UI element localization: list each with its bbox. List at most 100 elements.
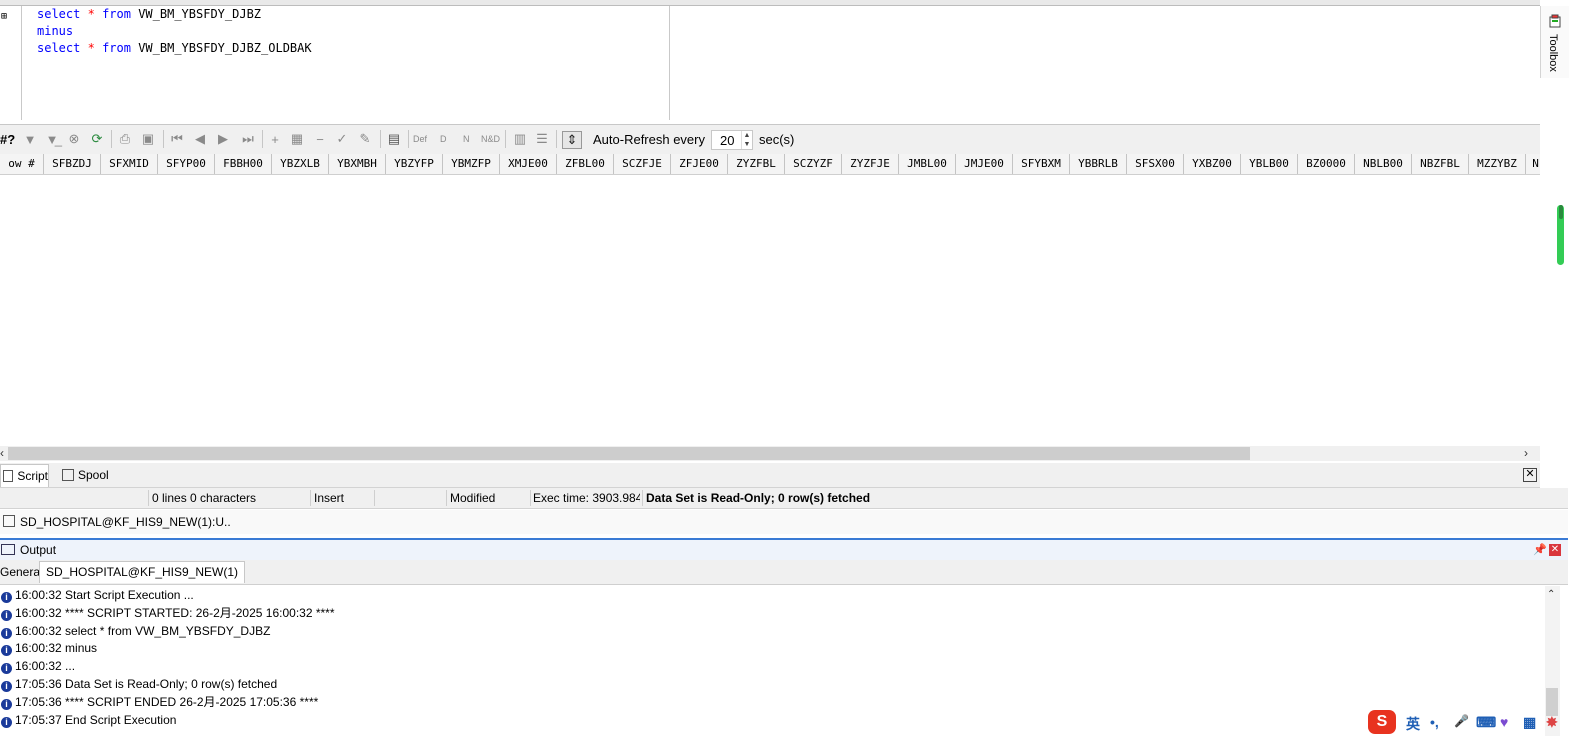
cancel-icon[interactable]: ⊗ — [66, 131, 82, 147]
column-header[interactable]: ZFJE00 — [671, 154, 728, 174]
column-header[interactable]: YBZYFP — [386, 154, 443, 174]
column-header[interactable]: YBBRLB — [1070, 154, 1127, 174]
ime-punctuation[interactable]: •, — [1430, 714, 1439, 730]
row-number-header[interactable]: ow # — [0, 154, 44, 174]
result-grid[interactable] — [0, 175, 1540, 445]
connection-bar[interactable]: SD_HOSPITAL@KF_HIS9_NEW(1):U.. — [0, 510, 1568, 534]
ime-tray: S 英 •, 🎤 ⌨ ♥ ▦ ✸ — [1368, 708, 1568, 736]
tab-spool[interactable]: Spool — [60, 464, 120, 486]
grid-view-icon[interactable]: ▤ — [386, 131, 402, 147]
column-header[interactable]: NBLB00 — [1355, 154, 1412, 174]
tab-script[interactable]: Script — [0, 464, 49, 487]
next-record-icon[interactable]: ▶ — [215, 131, 231, 147]
last-record-icon[interactable]: ⏭ — [240, 131, 256, 147]
post-edit-icon[interactable]: ✓ — [334, 131, 350, 147]
output-log[interactable]: i 16:00:32 Start Script Execution ... i 16:… — [0, 586, 1545, 742]
ime-logo-icon[interactable]: S — [1368, 710, 1396, 734]
column-header[interactable]: SFYBXM — [1013, 154, 1070, 174]
prev-record-icon[interactable]: ◀ — [192, 131, 208, 147]
close-icon[interactable]: ✕ — [1523, 468, 1537, 482]
spinner-arrows-icon[interactable]: ▲ ▼ — [741, 131, 752, 149]
toolbox-label[interactable]: Toolbox — [1547, 34, 1559, 72]
scroll-left-icon[interactable]: ‹ — [0, 446, 4, 460]
script-icon — [3, 470, 14, 482]
insert-row-icon[interactable]: ▦ — [289, 131, 305, 147]
n-and-d-icon[interactable]: N&D — [481, 131, 500, 147]
editor-divider[interactable] — [669, 6, 670, 120]
column-header[interactable]: JMBL00 — [899, 154, 956, 174]
query-prompt-button[interactable]: #? — [0, 131, 15, 147]
first-record-icon[interactable]: ⏮ — [169, 131, 185, 147]
column-header[interactable]: SFXMID — [101, 154, 158, 174]
filter-icon[interactable]: ▼ — [22, 131, 38, 147]
status-separator — [148, 490, 149, 506]
scroll-right-icon[interactable]: › — [1524, 446, 1528, 460]
log-time: 16:00:32 — [15, 605, 66, 620]
columns-icon[interactable]: ▥ — [512, 131, 528, 147]
add-row-icon[interactable]: + — [267, 131, 283, 147]
log-line: i 17:05:36 Data Set is Read-Only; 0 row(s… — [0, 675, 277, 693]
column-header[interactable]: BZ0000 — [1298, 154, 1355, 174]
grid-header: ow # SFBZDJ SFXMID SFYP00 FBBH00 YBZXLB YBXMBH… — [0, 154, 1540, 175]
column-header[interactable]: SCZFJE — [614, 154, 671, 174]
filter-clear-icon[interactable]: ▼̲ — [44, 131, 60, 147]
status-lines-chars: 0 lines 0 characters — [152, 491, 257, 505]
column-header[interactable]: XMJE00 — [500, 154, 557, 174]
default-icon[interactable]: Def — [413, 131, 427, 147]
apps-icon[interactable]: ▦ — [1523, 714, 1536, 731]
print-icon[interactable]: ⎙ — [117, 131, 133, 147]
keyboard-icon[interactable]: ⌨ — [1476, 714, 1496, 731]
tab-connection[interactable]: SD_HOSPITAL@KF_HIS9_NEW(1) — [39, 561, 246, 583]
column-header[interactable]: ZYZFBL — [728, 154, 785, 174]
auto-refresh-toggle-icon[interactable]: ⇕ — [562, 131, 582, 149]
column-header[interactable]: ZYZFJE — [842, 154, 899, 174]
d-icon[interactable]: D — [440, 131, 447, 147]
editor-code[interactable]: select * from VW_BM_YBSFDY_DJBZ minus se… — [37, 6, 312, 57]
sql-editor[interactable]: ⊞ select * from VW_BM_YBSFDY_DJBZ minus … — [0, 6, 1540, 120]
expand-icon[interactable]: ⊞ — [1, 11, 7, 22]
status-modified: Modified — [450, 491, 496, 505]
refresh-icon[interactable]: ⟳ — [89, 131, 105, 147]
column-header[interactable]: YBMZFP — [443, 154, 500, 174]
close-icon[interactable]: ✕ — [1549, 544, 1561, 556]
toolbox-panel[interactable]: Toolbox — [1540, 6, 1569, 78]
code-line-1: select * from VW_BM_YBSFDY_DJBZ — [37, 6, 312, 23]
ime-language[interactable]: 英 — [1406, 714, 1420, 734]
column-header[interactable]: NBZFBL — [1412, 154, 1469, 174]
column-header[interactable]: ZFBL00 — [557, 154, 614, 174]
log-time: 16:00:32 — [15, 659, 66, 674]
column-header[interactable]: SFBZDJ — [44, 154, 101, 174]
log-time: 17:05:36 — [15, 677, 66, 691]
output-title: Output — [20, 543, 57, 557]
column-header[interactable]: FBBH00 — [215, 154, 272, 174]
tab-general[interactable]: General — [0, 565, 43, 579]
n-icon[interactable]: N — [463, 131, 470, 147]
outline-icon[interactable]: ☰ — [534, 131, 550, 147]
column-header[interactable]: YBZXLB — [272, 154, 329, 174]
column-header[interactable]: YBLB00 — [1241, 154, 1298, 174]
cancel-edit-icon[interactable]: ✎ — [357, 131, 373, 147]
column-header[interactable]: N — [1526, 154, 1540, 174]
pin-icon[interactable]: 📌 — [1533, 543, 1547, 556]
horizontal-scroll-thumb[interactable] — [8, 447, 1250, 460]
column-header[interactable]: YBXMBH — [329, 154, 386, 174]
save-icon[interactable]: ▣ — [140, 131, 156, 147]
skin-icon[interactable]: ♥ — [1500, 714, 1508, 730]
editor-gutter: ⊞ — [0, 6, 22, 120]
status-separator — [374, 490, 375, 506]
column-header[interactable]: SFSX00 — [1127, 154, 1184, 174]
column-header[interactable]: YXBZ00 — [1184, 154, 1241, 174]
microphone-icon[interactable]: 🎤 — [1454, 714, 1469, 728]
column-header[interactable]: SCZYZF — [785, 154, 842, 174]
delete-row-icon[interactable]: − — [312, 131, 328, 147]
log-time: 16:00:32 — [15, 623, 66, 638]
connection-label[interactable]: SD_HOSPITAL@KF_HIS9_NEW(1):U.. — [20, 515, 231, 529]
interval-value[interactable]: 20 — [720, 133, 734, 148]
toolbar-separator — [556, 130, 557, 148]
auto-refresh-interval-spinner[interactable]: 20 ▲ ▼ — [711, 130, 753, 150]
column-header[interactable]: MZZYBZ — [1469, 154, 1526, 174]
column-header[interactable]: SFYP00 — [158, 154, 215, 174]
tray-extra-icon[interactable]: ✸ — [1546, 714, 1558, 731]
column-header[interactable]: JMJE00 — [956, 154, 1013, 174]
scroll-up-icon[interactable]: ⌃ — [1547, 589, 1555, 600]
